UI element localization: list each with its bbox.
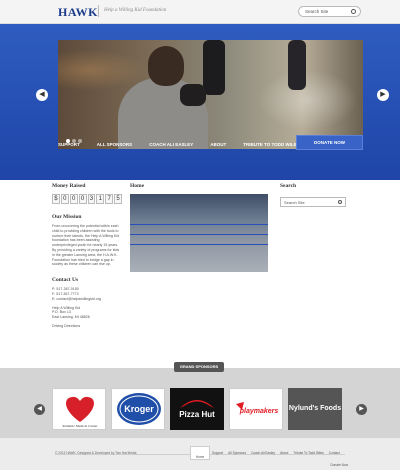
boxing-ring-photo	[130, 194, 268, 272]
search-heading: Search	[280, 183, 297, 189]
sidebar-search-placeholder: Search Site	[284, 200, 305, 205]
footer-link-support[interactable]: Support	[212, 451, 223, 455]
hero-slideshow[interactable]	[58, 40, 363, 149]
sponsor-name-label: playmakers	[239, 408, 279, 415]
footer-link-about[interactable]: About	[280, 451, 288, 455]
hero-banner: ◀ ▶	[0, 24, 400, 180]
contact-heading: Contact Us	[52, 277, 79, 284]
footer-home-button[interactable]: Home	[190, 446, 210, 460]
mission-heading: Our Mission	[52, 214, 82, 220]
kroger-logo-icon: Kroger	[117, 393, 161, 425]
counter-digit: 3	[87, 194, 96, 204]
punching-bag	[203, 40, 225, 95]
counter-digit: 1	[96, 194, 105, 204]
sponsor-name-label: Pizza Hut	[179, 410, 215, 419]
nav-about[interactable]: About	[210, 142, 226, 147]
counter-digit: 0	[69, 194, 78, 204]
money-counter: $ 0 0 0 3 1 7 5	[52, 194, 122, 204]
sponsor-nylunds[interactable]: Nylund's Foods	[288, 388, 342, 430]
ring-rope	[130, 234, 268, 235]
left-column: Money Raised $ 0 0 0 3 1 7 5 Our Mission…	[52, 183, 122, 329]
footer-nav: Support All Sponsors Coach Ali Easley Ab…	[212, 451, 340, 455]
counter-digit: 5	[114, 194, 122, 204]
donate-button[interactable]: Donate Now	[296, 135, 363, 150]
boxing-glove	[180, 84, 206, 106]
heart-logo-icon: Pediatric Medical Center	[63, 396, 99, 428]
boxer-head	[148, 46, 184, 86]
footer-link-contact[interactable]: Contact	[329, 451, 340, 455]
sponsor-name-label: Nylund's Foods	[288, 405, 342, 412]
sponsors-prev-arrow-icon[interactable]: ◀	[34, 404, 45, 415]
home-heading: Home	[130, 183, 145, 189]
driving-directions-link[interactable]: Driving Directions	[52, 324, 122, 329]
pizza-hut-logo-icon: Pizza Hut	[179, 400, 215, 419]
sponsor-pizza-hut[interactable]: Pizza Hut	[170, 388, 224, 430]
sponsors-next-arrow-icon[interactable]: ▶	[356, 404, 367, 415]
top-header: HAWK Help a Willing Kid Foundation Searc…	[0, 0, 400, 24]
search-icon[interactable]	[338, 200, 342, 204]
hero-photo-boxer	[58, 40, 363, 149]
site-logo[interactable]: HAWK	[58, 5, 98, 20]
ring-rope	[130, 224, 268, 225]
sidebar-search-input[interactable]: Search Site	[280, 197, 346, 207]
footer-link-coach[interactable]: Coach Ali Easley	[251, 451, 275, 455]
site-tagline: Help a Willing Kid Foundation	[104, 8, 167, 13]
right-sidebar: Search Search Site	[280, 183, 350, 207]
sponsor-name-label: Pediatric Medical Center	[63, 424, 99, 428]
nav-support[interactable]: Support	[58, 142, 80, 147]
contact-details: P: 517-367-0150 F: 517-367-7773 E: conta…	[52, 287, 122, 329]
footer-copyright: © 2013 HAWK. Designed & Developed by Two…	[55, 451, 137, 455]
logo-divider	[98, 5, 99, 17]
sponsor-pediatric-medical[interactable]: Pediatric Medical Center	[52, 388, 106, 430]
footer-donate-link[interactable]: Donate Now	[330, 463, 348, 467]
nav-tribute[interactable]: Tribute to Todd Wiles	[243, 142, 299, 147]
footer-link-tribute[interactable]: Tribute To Todd Wiles	[293, 451, 323, 455]
search-icon[interactable]	[351, 9, 356, 14]
mission-text: From uncovering the potential within eac…	[52, 224, 120, 267]
sponsor-playmakers[interactable]: playmakers	[229, 388, 283, 430]
nav-coach[interactable]: Coach Ali Easley	[149, 142, 193, 147]
grand-sponsors-tab: Grand Sponsors	[174, 362, 224, 372]
counter-digit: 0	[78, 194, 87, 204]
sponsor-carousel: Pediatric Medical Center Kroger Pizza Hu…	[52, 388, 342, 430]
ring-rope	[130, 244, 268, 245]
sponsor-name-label: Kroger	[124, 404, 154, 414]
playmakers-logo-icon: playmakers	[236, 402, 279, 415]
hero-prev-arrow-icon[interactable]: ◀	[36, 89, 48, 101]
sponsor-kroger[interactable]: Kroger	[111, 388, 165, 430]
counter-digit: 7	[105, 194, 114, 204]
punching-bag-2	[288, 40, 306, 90]
main-content: Home	[130, 183, 270, 272]
nav-all-sponsors[interactable]: All Sponsors	[97, 142, 132, 147]
counter-digit: $	[52, 194, 60, 204]
hero-next-arrow-icon[interactable]: ▶	[377, 89, 389, 101]
money-raised-heading: Money Raised	[52, 183, 86, 189]
counter-digit: 0	[60, 194, 69, 204]
header-search-placeholder: Search Site	[305, 9, 329, 14]
header-search-input[interactable]: Search Site	[298, 6, 361, 17]
footer-link-sponsors[interactable]: All Sponsors	[228, 451, 246, 455]
